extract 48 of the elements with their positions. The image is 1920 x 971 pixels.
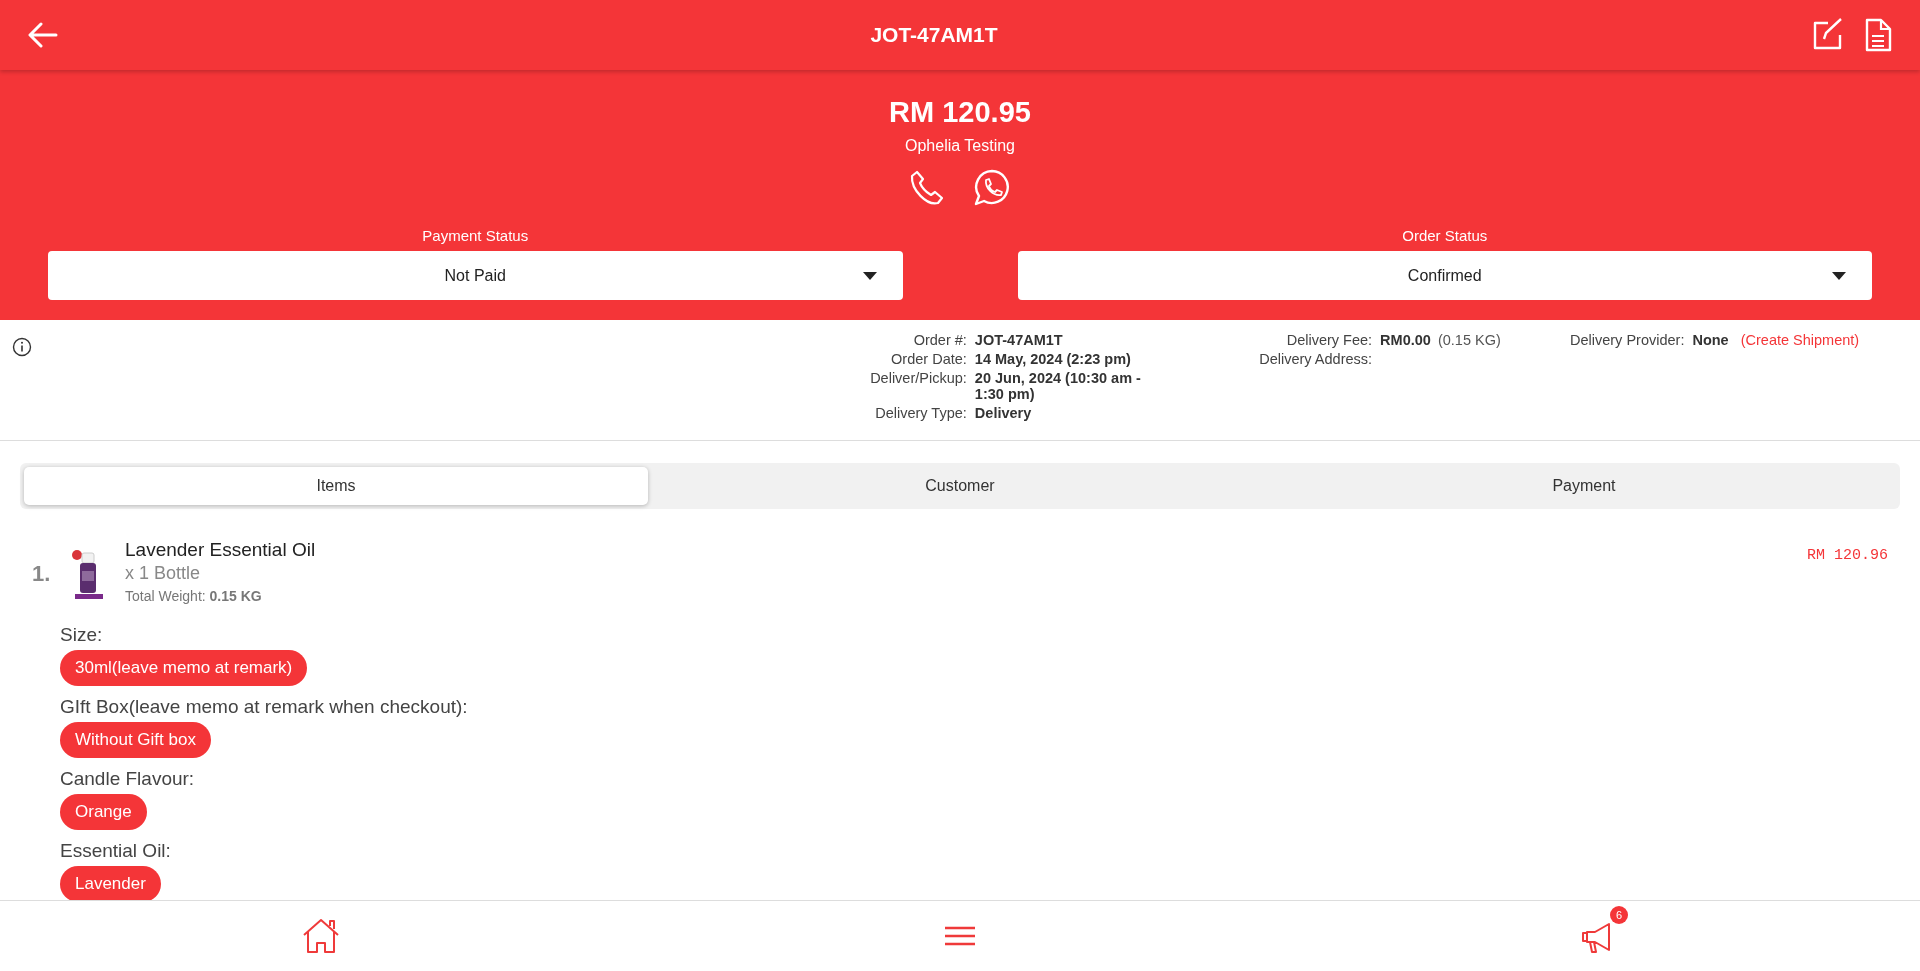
field-value: 20 Jun, 2024 (10:30 am - 1:30 pm) <box>974 370 1141 402</box>
caret-icon <box>862 272 877 280</box>
field-value: JOT-47AM1T <box>974 332 1063 348</box>
option-label: Size: <box>60 624 104 646</box>
weight-label: Total Weight: <box>125 588 206 604</box>
field-label: Delivery Address: <box>1258 351 1373 367</box>
field-note: (0.15 KG) <box>1437 332 1501 348</box>
notification-badge: 6 <box>1610 906 1628 924</box>
field-label: Delivery Fee: <box>1285 332 1373 348</box>
caret-icon <box>1832 272 1846 280</box>
status-label: Order Status <box>1402 227 1488 244</box>
field-label: Order #: <box>912 332 967 348</box>
field-value: None <box>1692 332 1729 348</box>
option-label: Candle Flavour: <box>60 768 196 790</box>
status-dropdown[interactable]: Confirmed <box>1017 251 1872 300</box>
field-label: Deliver/Pickup: <box>869 370 967 388</box>
whatsapp-icon[interactable] <box>973 169 1011 207</box>
item-quantity: x 1 Bottle <box>125 563 202 584</box>
option-tag: Orange <box>60 794 147 830</box>
order-title: JOT-47AM1T <box>869 23 999 47</box>
back-icon[interactable] <box>28 22 58 48</box>
menu-icon[interactable] <box>944 926 976 946</box>
tab[interactable]: Payment <box>1272 467 1896 505</box>
customer-name: Ophelia Testing <box>905 137 1015 155</box>
create-shipment-link[interactable]: (Create Shipment) <box>1740 332 1860 348</box>
status-label: Payment Status <box>422 227 529 244</box>
field-value: RM0.00 <box>1380 332 1431 348</box>
home-icon[interactable] <box>302 918 340 954</box>
order-amount: RM 120.95 <box>889 96 1031 129</box>
item-price: RM 120.96 <box>1807 547 1888 564</box>
option-tag: Without Gift box <box>60 722 211 758</box>
document-icon[interactable] <box>1864 18 1892 52</box>
option-label: GIft Box(leave memo at remark when checkout): <box>60 696 469 718</box>
field-label: Order Date: <box>890 351 967 367</box>
weight-value: 0.15 KG <box>209 588 262 604</box>
tab[interactable]: Customer <box>648 467 1272 505</box>
tab[interactable]: Items <box>24 467 648 505</box>
field-value: Delivery <box>974 405 1032 421</box>
option-label: Essential Oil: <box>60 840 172 862</box>
option-tag: Lavender <box>60 866 161 900</box>
item-name: Lavender Essential Oil <box>125 539 317 561</box>
status-dropdown[interactable]: Not Paid <box>48 251 903 300</box>
info-icon[interactable] <box>12 337 32 357</box>
field-label: Delivery Type: <box>874 405 967 421</box>
field-label: Delivery Provider: <box>1570 332 1685 348</box>
item-number: 1. <box>32 561 52 587</box>
field-value: 14 May, 2024 (2:23 pm) <box>974 351 1131 367</box>
option-tag: 30ml(leave memo at remark) <box>60 650 308 686</box>
